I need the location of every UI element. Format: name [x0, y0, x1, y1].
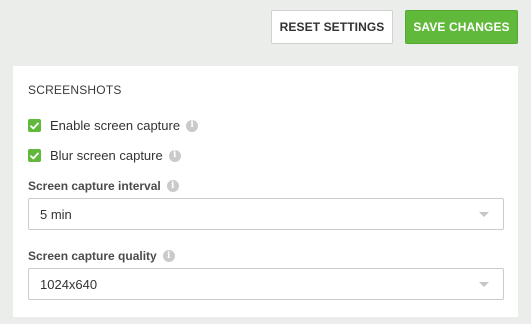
info-icon[interactable]: i — [162, 250, 175, 262]
enable-screen-capture-label: Enable screen capture — [50, 118, 181, 133]
screen-capture-quality-label: Screen capture quality i — [28, 249, 175, 263]
field-label-text: Screen capture interval — [28, 179, 161, 193]
info-icon[interactable]: i — [166, 180, 179, 192]
settings-toolbar: RESET SETTINGS SAVE CHANGES — [271, 10, 518, 44]
field-label-text: Screen capture quality — [28, 249, 157, 263]
save-changes-button[interactable]: SAVE CHANGES — [405, 10, 518, 44]
screen-capture-quality-select[interactable]: 1024x640 — [28, 268, 504, 300]
screen-capture-interval-select[interactable]: 5 min — [28, 198, 504, 230]
select-value: 5 min — [40, 206, 72, 222]
checkmark-icon — [30, 122, 39, 129]
enable-screen-capture-row: Enable screen capture i — [28, 118, 199, 133]
info-icon[interactable]: i — [168, 149, 181, 162]
select-value: 1024x640 — [40, 276, 98, 292]
checkmark-icon — [30, 152, 39, 159]
section-title: SCREENSHOTS — [28, 83, 122, 97]
blur-screen-capture-checkbox[interactable] — [28, 149, 41, 162]
enable-screen-capture-checkbox[interactable] — [28, 119, 41, 132]
screenshots-panel: SCREENSHOTS Enable screen capture i Blur… — [13, 66, 518, 317]
chevron-down-icon — [479, 212, 489, 217]
chevron-down-icon — [479, 282, 489, 287]
screen-capture-interval-label: Screen capture interval i — [28, 179, 179, 193]
info-icon[interactable]: i — [186, 119, 199, 132]
blur-screen-capture-row: Blur screen capture i — [28, 148, 181, 163]
blur-screen-capture-label: Blur screen capture — [50, 148, 163, 163]
reset-settings-button[interactable]: RESET SETTINGS — [271, 10, 393, 44]
